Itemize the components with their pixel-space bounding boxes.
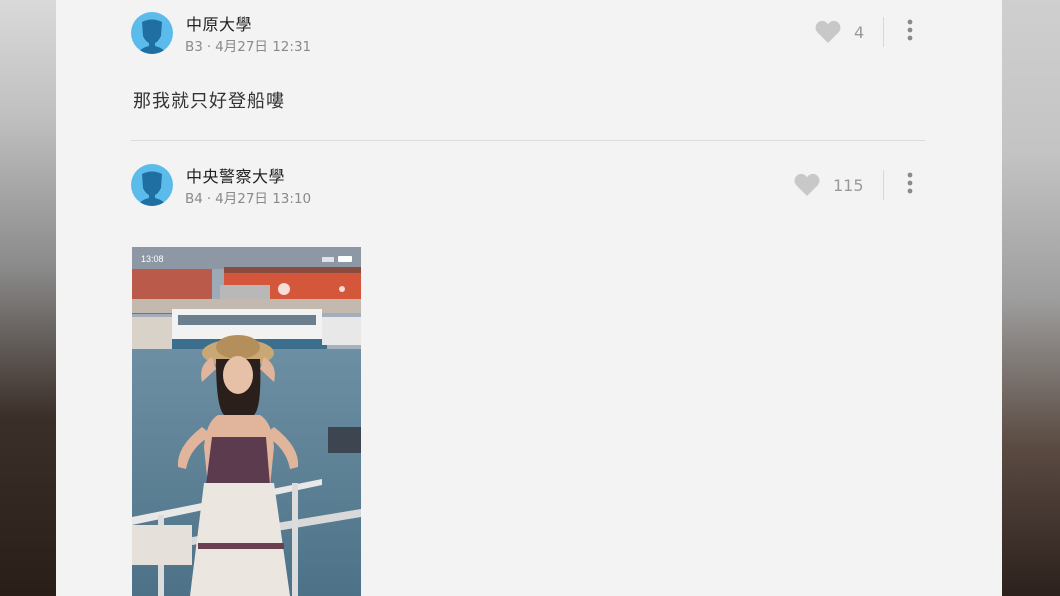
avatar[interactable] (131, 12, 173, 54)
more-options-button[interactable] (900, 17, 920, 43)
comment-panel: 中原大學 B3 · 4月27日 12:31 4 那我就只好登船嘍 中央警察大學 … (56, 0, 1002, 596)
heart-icon (815, 20, 841, 43)
timestamp: 4月27日 12:31 (215, 39, 312, 55)
like-count: 115 (833, 175, 864, 195)
comment-b3: 中原大學 B3 · 4月27日 12:31 4 那我就只好登船嘍 (56, 0, 1002, 141)
more-vertical-icon (907, 172, 913, 194)
more-vertical-icon (907, 19, 913, 41)
attached-photo[interactable]: 13:08 (132, 247, 361, 596)
author-name[interactable]: 中原大學 (186, 11, 252, 35)
comment-text: 那我就只好登船嘍 (133, 91, 285, 112)
more-options-button[interactable] (900, 170, 920, 196)
avatar[interactable] (131, 164, 173, 206)
author-name[interactable]: 中央警察大學 (186, 163, 285, 187)
timestamp: 4月27日 13:10 (215, 191, 312, 207)
divider (883, 170, 884, 200)
heart-icon (794, 173, 820, 196)
like-button[interactable]: 4 (814, 19, 864, 45)
divider (883, 17, 884, 47)
floor-label: B3 (185, 39, 203, 55)
like-count: 4 (854, 22, 865, 42)
floor-label: B4 (185, 191, 203, 207)
background-blur-right (1002, 0, 1060, 596)
person-silhouette-icon (138, 171, 166, 206)
background-blur-left (0, 0, 56, 596)
photo-illustration: 13:08 (132, 247, 361, 596)
comment-meta: B4 · 4月27日 13:10 (185, 191, 312, 207)
comment-meta: B3 · 4月27日 12:31 (185, 39, 312, 55)
status-time: 13:08 (141, 254, 164, 264)
person-silhouette-icon (138, 19, 166, 54)
like-button[interactable]: 115 (793, 172, 864, 198)
